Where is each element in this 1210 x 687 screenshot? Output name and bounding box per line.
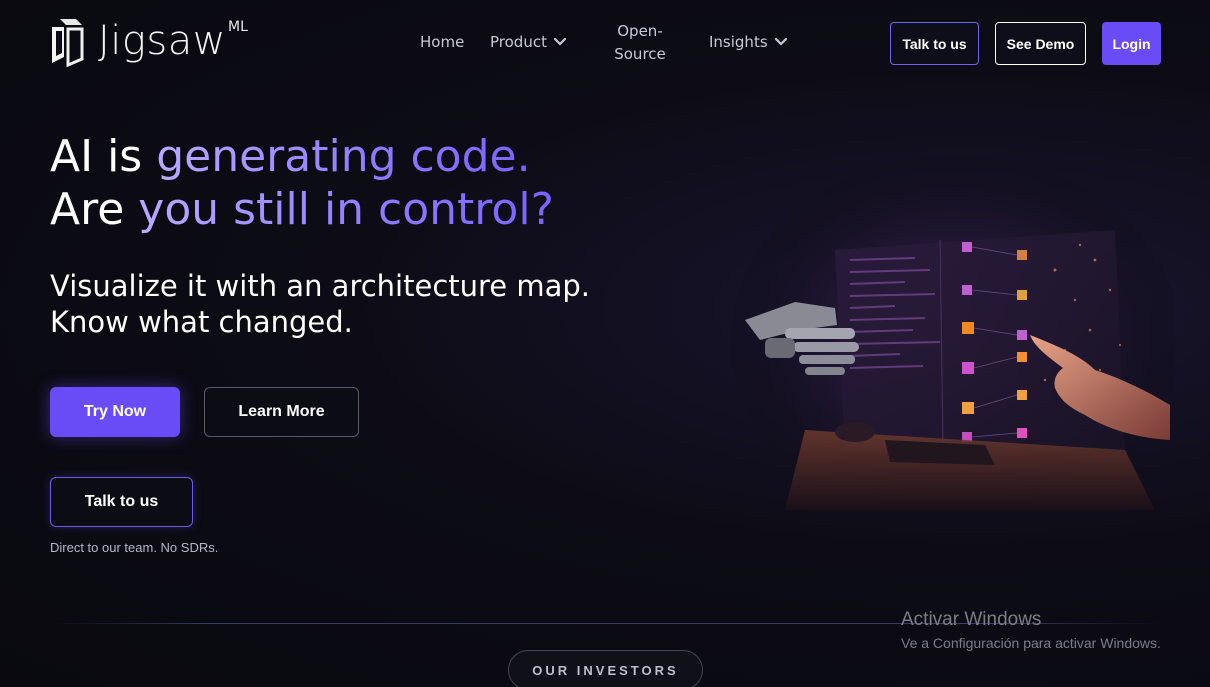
learn-more-button[interactable]: Learn More — [204, 387, 359, 437]
nav-open-source-label-2: Source — [614, 45, 666, 63]
login-button[interactable]: Login — [1102, 22, 1161, 65]
talk-to-us-header-button[interactable]: Talk to us — [890, 22, 979, 65]
landing-page: Jigsaw ML Home Product Open- Source Insi… — [0, 0, 1210, 687]
hero-illustration — [730, 155, 1175, 525]
headline-line1-white: AI is — [50, 131, 157, 182]
brand-logo[interactable]: Jigsaw ML — [50, 17, 248, 67]
see-demo-button[interactable]: See Demo — [995, 22, 1086, 65]
nav-home-label: Home — [420, 33, 465, 51]
windows-activation-title: Activar Windows — [901, 609, 1042, 630]
windows-activation-subtitle: Ve a Configuración para activar Windows. — [901, 635, 1161, 651]
chevron-down-icon — [774, 37, 787, 46]
subhead-line1: Visualize it with an architecture map. — [50, 269, 591, 303]
nav-home[interactable]: Home — [420, 33, 464, 51]
nav-open-source-label-1: Open- — [617, 22, 663, 40]
our-investors-pill: OUR INVESTORS — [508, 650, 703, 687]
nav-open-source[interactable]: Open- Source — [610, 20, 670, 66]
subhead-line2: Know what changed. — [50, 305, 353, 339]
monitor-screen — [835, 230, 1125, 451]
hero-headline: AI is generating code. Are you still in … — [50, 130, 554, 236]
nav-insights-label: Insights — [709, 33, 768, 51]
jigsaw-logo-icon — [52, 19, 84, 67]
headline-line2-white: Are — [50, 184, 139, 235]
headline-line1-accent: generating code. — [156, 131, 531, 182]
nav-insights[interactable]: Insights — [709, 33, 788, 51]
brand-superscript: ML — [227, 19, 248, 35]
talk-to-us-hero-button[interactable]: Talk to us — [50, 477, 193, 527]
headline-line2-accent: you still in control? — [138, 184, 554, 235]
talk-note: Direct to our team. No SDRs. — [50, 540, 219, 555]
hero-subheadline: Visualize it with an architecture map. K… — [50, 268, 590, 340]
nav-product-label: Product — [490, 33, 547, 51]
mouse — [835, 422, 875, 442]
chevron-down-icon — [553, 37, 567, 46]
nav-product[interactable]: Product — [490, 33, 567, 51]
try-now-button[interactable]: Try Now — [50, 387, 180, 437]
brand-name: Jigsaw — [98, 18, 226, 64]
